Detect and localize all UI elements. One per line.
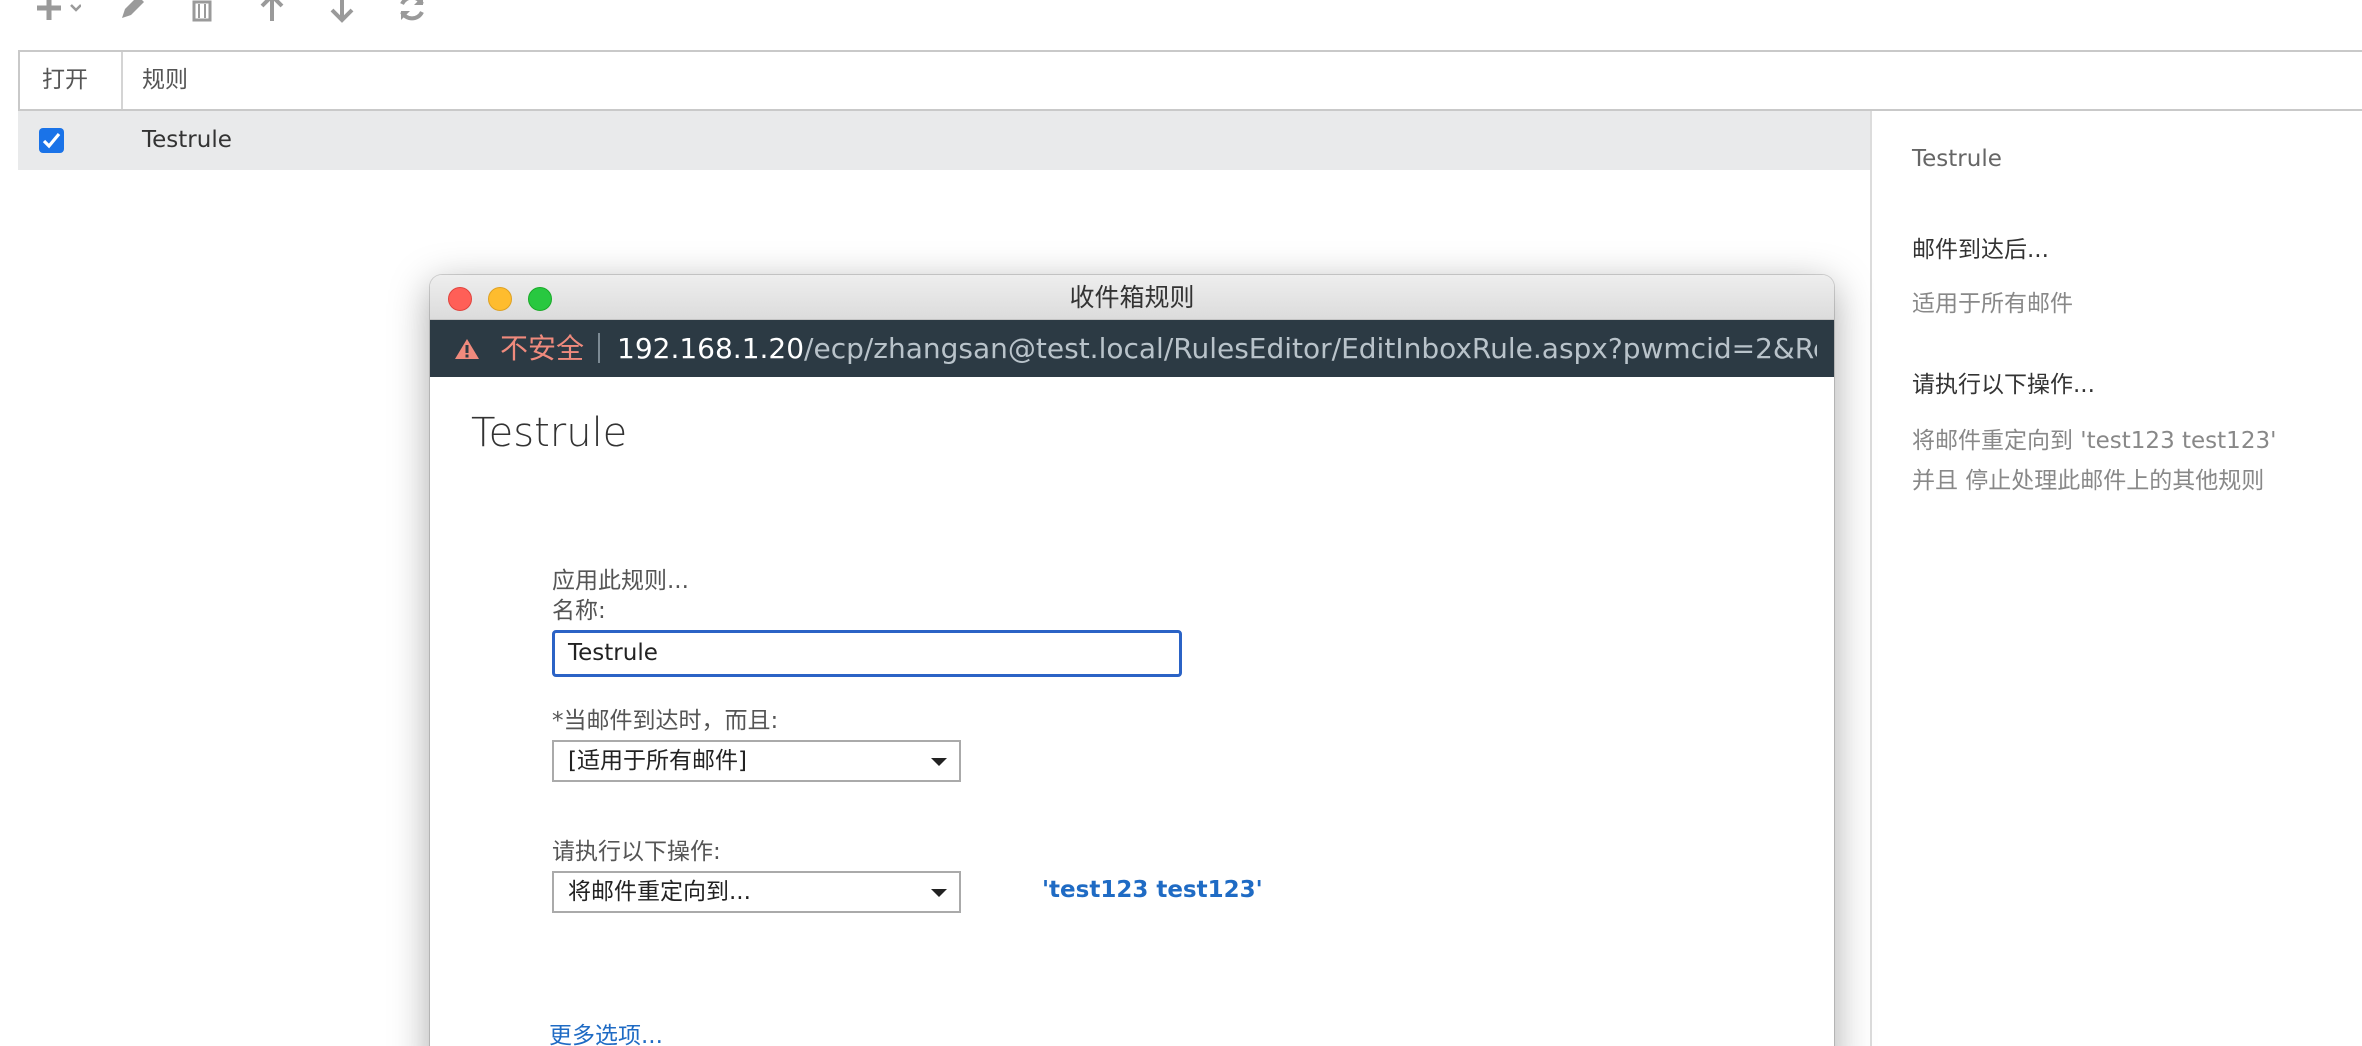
url-path: /ecp/zhangsan@test.local/RulesEditor/Edi… <box>804 332 1817 365</box>
action-select[interactable]: 将邮件重定向到... <box>552 871 961 913</box>
page-title: Testrule <box>471 410 628 456</box>
action-select-value: 将邮件重定向到... <box>568 879 751 905</box>
rule-name-input[interactable]: Testrule <box>552 630 1182 677</box>
details-action-line: 将邮件重定向到 'test123 test123' <box>1912 428 2277 454</box>
url-text[interactable]: 192.168.1.20/ecp/zhangsan@test.local/Rul… <box>617 320 1817 377</box>
details-title: Testrule <box>1912 146 2002 172</box>
window-titlebar[interactable]: 收件箱规则 <box>430 275 1834 320</box>
details-actions-heading: 请执行以下操作... <box>1912 372 2095 398</box>
edit-icon <box>117 0 147 23</box>
column-header-enabled[interactable]: 打开 <box>42 52 88 109</box>
rules-list-header: 打开 规则 <box>18 50 2362 111</box>
recipient-link[interactable]: 'test123 test123' <box>1042 877 1263 903</box>
security-indicator[interactable]: 不安全 <box>500 320 584 377</box>
warning-icon <box>454 337 480 365</box>
action-label: 请执行以下操作: <box>552 839 721 865</box>
name-label: 名称: <box>552 598 606 624</box>
window-title: 收件箱规则 <box>1069 283 1195 312</box>
column-divider <box>121 52 123 109</box>
apply-rule-label: 应用此规则... <box>552 568 689 594</box>
more-options-link[interactable]: 更多选项... <box>549 1016 663 1046</box>
move-up-icon <box>259 0 285 23</box>
delete-icon <box>188 0 216 23</box>
delete-button[interactable] <box>180 0 224 28</box>
add-button[interactable] <box>28 0 88 28</box>
condition-label: *当邮件到达时，而且: <box>552 708 779 734</box>
table-row[interactable]: Testrule <box>18 111 1870 170</box>
add-icon <box>35 0 81 22</box>
chevron-down-icon <box>931 758 947 766</box>
refresh-button[interactable] <box>390 0 434 28</box>
move-down-button[interactable] <box>320 0 364 28</box>
column-header-rule[interactable]: 规则 <box>142 52 188 109</box>
rule-name: Testrule <box>142 127 232 153</box>
rule-enabled-checkbox[interactable] <box>39 128 64 153</box>
details-action-line: 并且 停止处理此邮件上的其他规则 <box>1912 468 2265 494</box>
chevron-down-icon <box>931 889 947 897</box>
address-bar[interactable]: 不安全 192.168.1.20/ecp/zhangsan@test.local… <box>430 320 1834 377</box>
url-separator <box>598 333 600 363</box>
details-conditions-heading: 邮件到达后... <box>1912 237 2049 263</box>
edit-button[interactable] <box>110 0 154 28</box>
details-conditions-text: 适用于所有邮件 <box>1912 291 2073 317</box>
move-up-button[interactable] <box>250 0 294 28</box>
details-divider <box>1870 111 1872 1046</box>
condition-select[interactable]: [适用于所有邮件] <box>552 740 961 782</box>
inbox-rule-dialog: 收件箱规则 不安全 192.168.1.20/ecp/zhangsan@test… <box>430 275 1834 1046</box>
refresh-icon <box>396 0 428 24</box>
move-down-icon <box>329 0 355 23</box>
url-host: 192.168.1.20 <box>617 332 805 365</box>
condition-select-value: [适用于所有邮件] <box>568 748 747 774</box>
